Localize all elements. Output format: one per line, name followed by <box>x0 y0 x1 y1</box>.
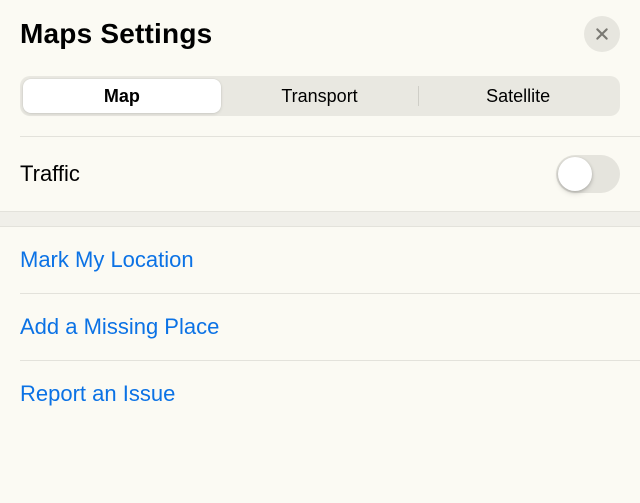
segment-satellite[interactable]: Satellite <box>419 79 617 113</box>
action-mark-my-location[interactable]: Mark My Location <box>0 227 640 293</box>
header: Maps Settings <box>0 0 640 68</box>
traffic-label: Traffic <box>20 161 80 187</box>
close-icon <box>594 26 610 42</box>
map-type-segmented-control[interactable]: Map Transport Satellite <box>20 76 620 116</box>
traffic-row: Traffic <box>0 137 640 211</box>
action-add-missing-place[interactable]: Add a Missing Place <box>0 294 640 360</box>
segment-transport[interactable]: Transport <box>221 79 419 113</box>
page-title: Maps Settings <box>20 18 212 50</box>
segmented-control-wrap: Map Transport Satellite <box>0 68 640 136</box>
traffic-toggle[interactable] <box>556 155 620 193</box>
action-report-issue[interactable]: Report an Issue <box>0 361 640 427</box>
close-button[interactable] <box>584 16 620 52</box>
section-gap <box>0 211 640 227</box>
segment-map[interactable]: Map <box>23 79 221 113</box>
toggle-knob <box>558 157 592 191</box>
